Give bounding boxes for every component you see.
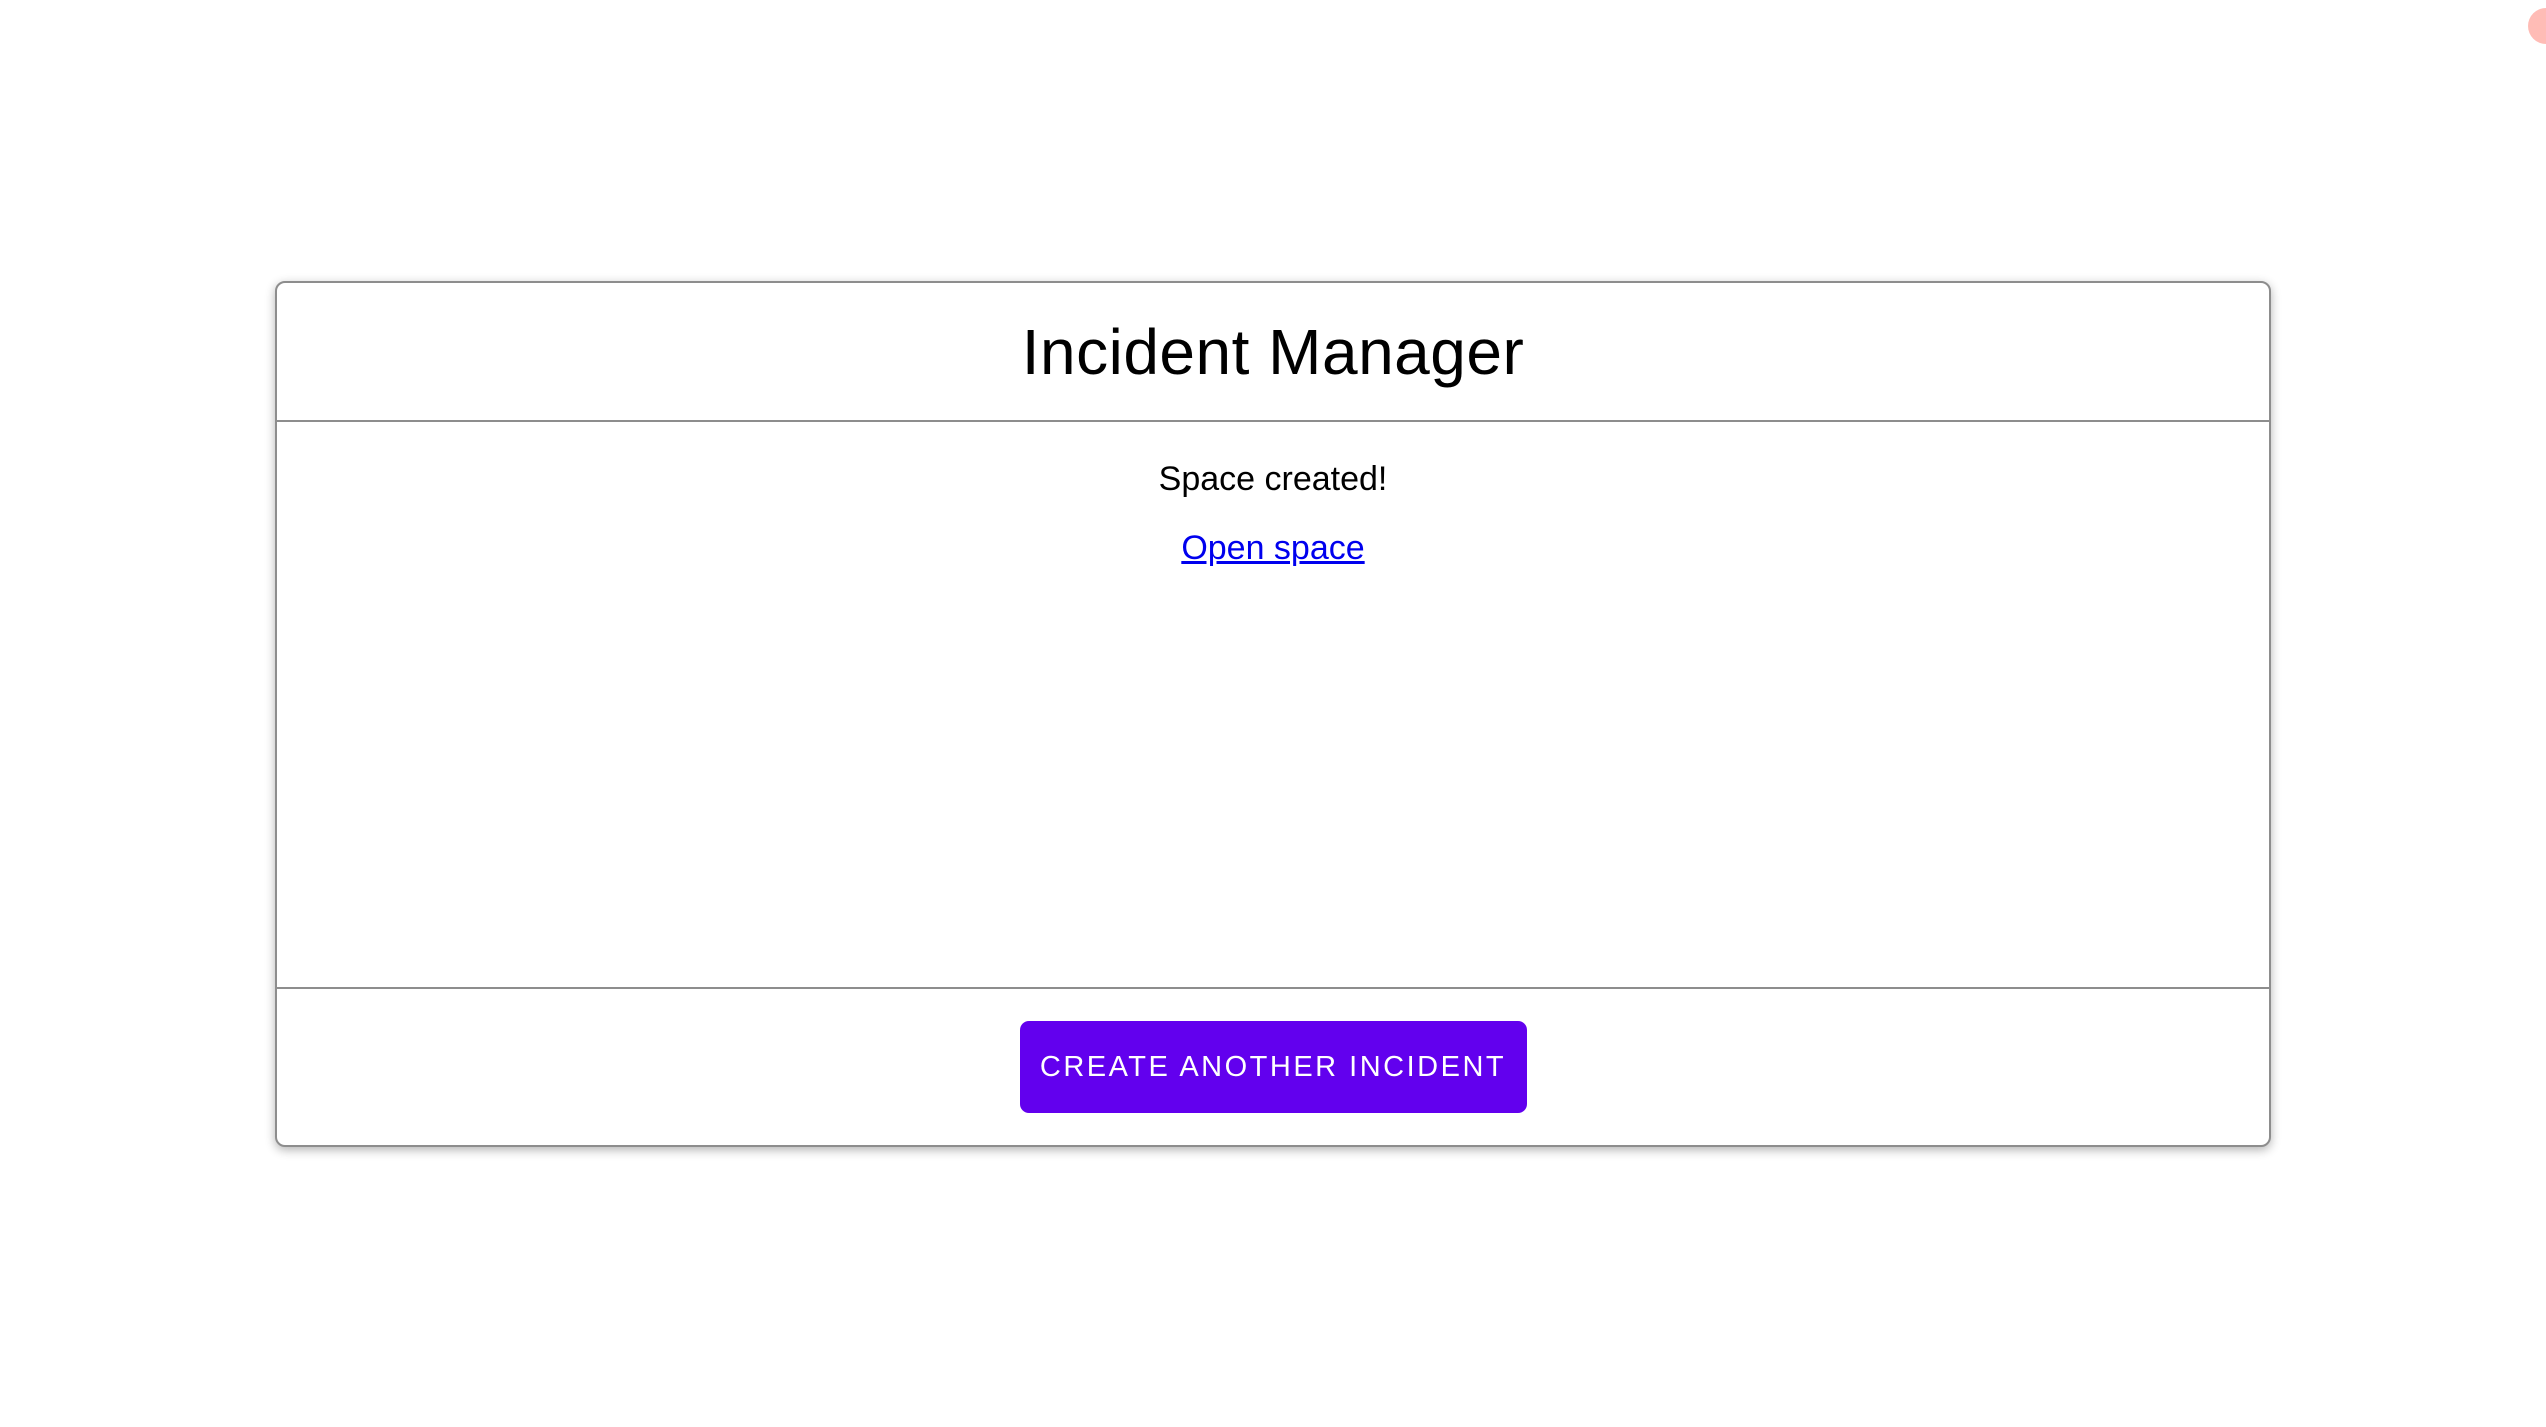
page-title: Incident Manager [1021,315,1525,388]
notification-dot [2528,8,2546,44]
page-background: Incident Manager Space created! Open spa… [0,0,2546,1427]
card-body: Space created! Open space [277,422,2269,987]
card-header: Incident Manager [277,283,2269,420]
status-message: Space created! [1158,460,1388,498]
incident-manager-card: Incident Manager Space created! Open spa… [275,281,2271,1147]
open-space-link[interactable]: Open space [1181,526,1364,570]
create-another-incident-button[interactable]: CREATE ANOTHER INCIDENT [1019,1021,1527,1113]
card-footer: CREATE ANOTHER INCIDENT [277,989,2269,1145]
